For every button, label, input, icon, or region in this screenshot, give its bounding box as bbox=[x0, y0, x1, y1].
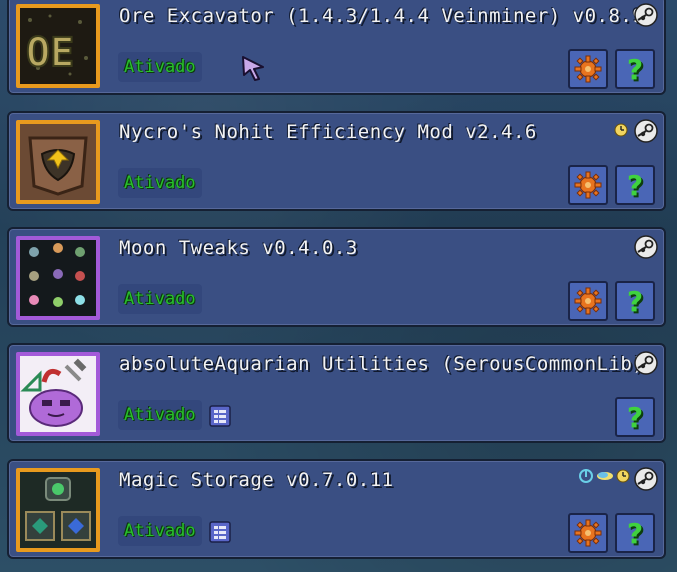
svg-text:OE: OE bbox=[26, 30, 74, 76]
mod-status-toggle[interactable]: Ativado bbox=[118, 400, 202, 430]
mod-title: Nycro's Nohit Efficiency Mod v2.4.6 bbox=[119, 121, 537, 143]
mod-row[interactable]: absoluteAquarian Utilities (SerousCommon… bbox=[7, 343, 666, 443]
config-button[interactable] bbox=[568, 513, 608, 553]
mod-row[interactable]: Nycro's Nohit Efficiency Mod v2.4.6 Ativ… bbox=[7, 111, 666, 211]
mod-status-toggle[interactable]: Ativado bbox=[118, 52, 202, 82]
mod-status-toggle[interactable]: Ativado bbox=[118, 284, 202, 314]
help-button[interactable]: ? bbox=[615, 281, 655, 321]
gear-icon bbox=[574, 287, 602, 315]
steam-icon[interactable] bbox=[634, 235, 658, 259]
help-button[interactable]: ? bbox=[615, 165, 655, 205]
mod-status-toggle[interactable]: Ativado bbox=[118, 168, 202, 198]
help-button[interactable]: ? bbox=[615, 397, 655, 437]
mod-title: Ore Excavator (1.4.3/1.4.4 Veinminer) v0… bbox=[119, 5, 645, 27]
steam-icon[interactable] bbox=[634, 351, 658, 375]
config-button[interactable] bbox=[568, 165, 608, 205]
tag-icon-2 bbox=[597, 472, 613, 480]
help-button[interactable]: ? bbox=[615, 49, 655, 89]
mod-tag-icons bbox=[578, 467, 630, 485]
mod-title: absoluteAquarian Utilities (SerousCommon… bbox=[119, 353, 649, 375]
steam-icon[interactable] bbox=[634, 467, 658, 491]
tag-icon-1 bbox=[579, 469, 593, 483]
gear-icon bbox=[574, 55, 602, 83]
help-button[interactable]: ? bbox=[615, 513, 655, 553]
mod-status-toggle[interactable]: Ativado bbox=[118, 516, 202, 546]
mod-row[interactable]: Moon Tweaks v0.4.0.3 Ativado ? bbox=[7, 227, 666, 327]
moon-tweaks-thumbnail bbox=[16, 236, 100, 320]
gear-icon bbox=[574, 519, 602, 547]
config-button[interactable] bbox=[568, 49, 608, 89]
magic-storage-thumbnail bbox=[16, 468, 100, 552]
steam-icon[interactable] bbox=[634, 119, 658, 143]
mod-row[interactable]: OE Ore Excavator (1.4.3/1.4.4 Veinminer)… bbox=[7, 0, 666, 95]
ore-excavator-thumbnail: OE bbox=[16, 4, 100, 88]
dependency-icon[interactable] bbox=[209, 521, 231, 543]
mod-title: Magic Storage v0.7.0.11 bbox=[119, 469, 394, 491]
steam-icon[interactable] bbox=[634, 3, 658, 27]
mod-row[interactable]: Magic Storage v0.7.0.11 Ativado ? bbox=[7, 459, 666, 559]
mod-title: Moon Tweaks v0.4.0.3 bbox=[119, 237, 358, 259]
aquarian-thumbnail bbox=[16, 352, 100, 436]
config-button[interactable] bbox=[568, 281, 608, 321]
mouse-cursor-icon bbox=[242, 56, 264, 81]
dependency-icon[interactable] bbox=[209, 405, 231, 427]
nycro-thumbnail bbox=[16, 120, 100, 204]
clock-icon bbox=[614, 123, 628, 137]
gear-icon bbox=[574, 171, 602, 199]
clock-icon bbox=[616, 469, 630, 483]
